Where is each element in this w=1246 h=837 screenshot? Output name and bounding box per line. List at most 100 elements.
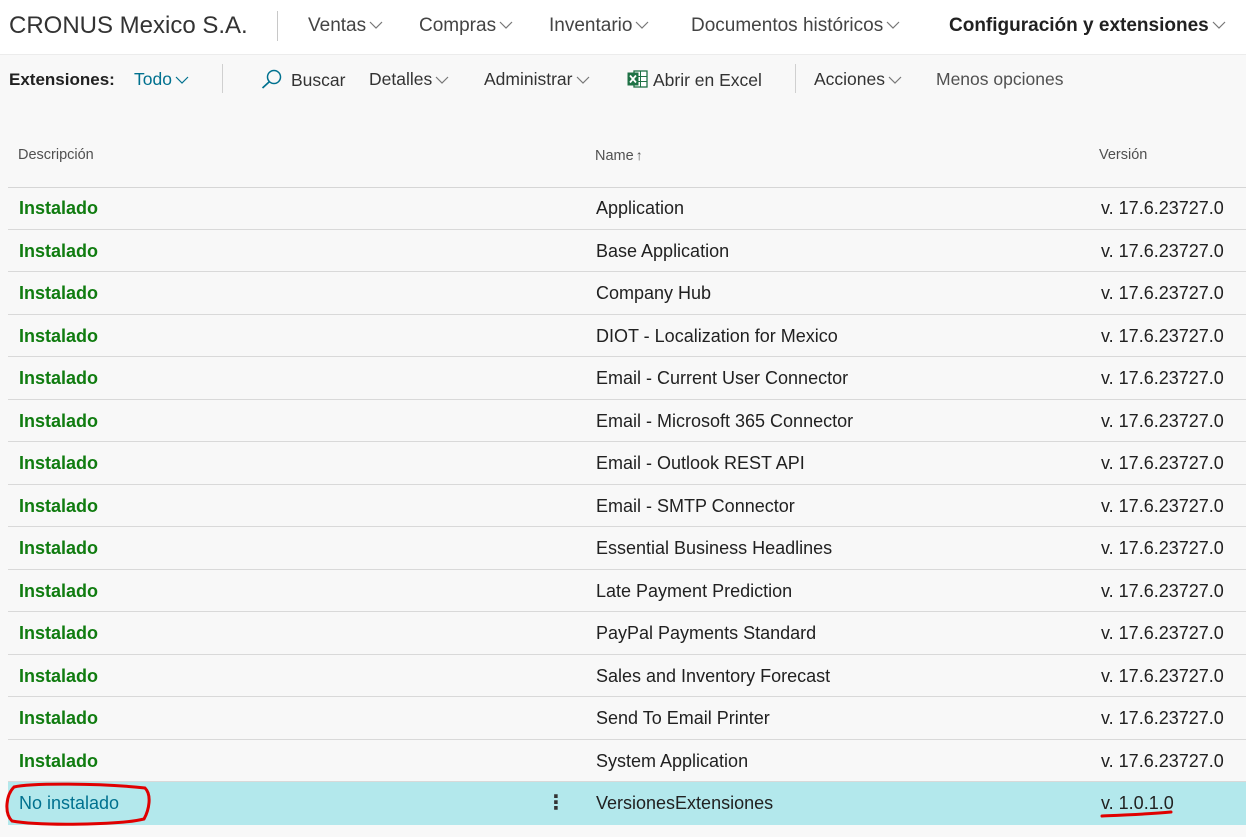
- version-cell: v. 17.6.23727.0: [1101, 708, 1224, 728]
- status-cell[interactable]: Instalado: [19, 581, 98, 602]
- version-cell: v. 17.6.23727.0: [1101, 325, 1224, 346]
- table-row[interactable]: Instalado DIOT - Localization for Mexico v…: [8, 315, 1246, 357]
- manage-label: Administrar: [484, 69, 573, 89]
- status-cell[interactable]: Instalado: [19, 368, 98, 389]
- chevron-down-icon: [635, 21, 649, 30]
- column-header-name[interactable]: Name ↑: [595, 147, 643, 164]
- filter-value: Todo: [134, 69, 172, 89]
- nav-documentos-historicos-label: Documentos históricos: [691, 15, 884, 36]
- name-cell: VersionesExtensiones: [596, 793, 774, 813]
- sort-ascending-icon: ↑: [635, 147, 643, 163]
- status-cell[interactable]: No instalado: [19, 793, 119, 814]
- version-cell: v. 17.6.23727.0: [1101, 368, 1224, 388]
- table-row[interactable]: Instalado Email - SMTP Connector v. 17.6.2…: [8, 485, 1246, 527]
- table-row[interactable]: No instalado ⋮ VersionesExtensiones v. 1.0.…: [8, 782, 1246, 825]
- table-row[interactable]: Instalado Company Hub v. 17.6.23727.0: [8, 272, 1246, 315]
- chevron-down-icon: [1212, 21, 1226, 30]
- table-row[interactable]: Instalado PayPal Payments Standard v. 17.6…: [8, 612, 1246, 655]
- name-cell: Company Hub: [596, 283, 712, 303]
- name-cell: Send To Email Printer: [596, 708, 770, 728]
- table-row[interactable]: Instalado Application v. 17.6.23727.0: [8, 187, 1246, 230]
- extensions-grid: Descripción Name ↑ Versión Instalado Appli…: [0, 105, 1246, 837]
- name-cell: Email - Current User Connector: [596, 368, 849, 388]
- version-cell: v. 17.6.23727.0: [1101, 198, 1224, 218]
- nav-ventas-label: Ventas: [308, 15, 367, 36]
- status-cell[interactable]: Instalado: [19, 496, 98, 517]
- filter-dropdown[interactable]: Todo: [134, 69, 189, 90]
- table-row[interactable]: Instalado Essential Business Headlines v. …: [8, 527, 1246, 570]
- nav-ventas[interactable]: Ventas: [308, 15, 383, 37]
- status-cell[interactable]: Instalado: [19, 198, 98, 219]
- chevron-down-icon: [175, 76, 189, 85]
- name-cell: DIOT - Localization for Mexico: [596, 325, 838, 346]
- table-row[interactable]: Instalado Email - Outlook REST API v. 17.6…: [8, 442, 1246, 485]
- manage-button[interactable]: Administrar: [484, 69, 590, 90]
- status-cell[interactable]: Instalado: [19, 453, 98, 474]
- status-cell[interactable]: Instalado: [19, 538, 98, 559]
- status-cell[interactable]: Instalado: [19, 708, 98, 729]
- version-cell: v. 17.6.23727.0: [1101, 410, 1224, 431]
- table-row[interactable]: Instalado Sales and Inventory Forecast v. …: [8, 655, 1246, 697]
- nav-configuracion-extensiones[interactable]: Configuración y extensiones: [949, 15, 1226, 37]
- company-name[interactable]: CRONUS Mexico S.A.: [9, 12, 248, 40]
- column-header-version[interactable]: Versión: [1099, 147, 1147, 163]
- status-cell[interactable]: Instalado: [19, 666, 98, 687]
- name-cell: Base Application: [596, 240, 730, 261]
- nav-documentos-historicos[interactable]: Documentos históricos: [691, 15, 900, 37]
- version-cell: v. 17.6.23727.0: [1101, 665, 1224, 686]
- name-cell: Email - SMTP Connector: [596, 495, 795, 516]
- nav-inventario[interactable]: Inventario: [549, 15, 649, 37]
- name-cell: Email - Outlook REST API: [596, 453, 805, 473]
- row-menu-icon[interactable]: ⋮: [546, 790, 566, 815]
- column-header-name-label: Name: [595, 148, 634, 164]
- table-row[interactable]: Instalado Email - Microsoft 365 Connector…: [8, 400, 1246, 442]
- nav-inventario-label: Inventario: [549, 15, 633, 36]
- details-button[interactable]: Detalles: [369, 69, 449, 90]
- table-row[interactable]: Instalado Base Application v. 17.6.23727.0: [8, 230, 1246, 272]
- table-row[interactable]: Instalado Send To Email Printer v. 17.6.23…: [8, 697, 1246, 740]
- chevron-down-icon: [435, 76, 449, 85]
- actionbar-divider: [222, 64, 223, 93]
- open-in-excel-label: Abrir en Excel: [653, 70, 762, 90]
- version-cell: v. 17.6.23727.0: [1101, 580, 1224, 601]
- table-row[interactable]: Instalado Late Payment Prediction v. 17.6.…: [8, 570, 1246, 612]
- action-bar: Extensiones: Todo Buscar Detalles Admini…: [0, 55, 1246, 105]
- status-cell[interactable]: Instalado: [19, 326, 98, 347]
- status-cell[interactable]: Instalado: [19, 241, 98, 262]
- version-cell: v. 17.6.23727.0: [1101, 750, 1224, 771]
- actions-button[interactable]: Acciones: [814, 69, 902, 90]
- chevron-down-icon: [576, 76, 590, 85]
- open-in-excel-button[interactable]: Abrir en Excel: [627, 69, 762, 94]
- version-cell: v. 17.6.23727.0: [1101, 453, 1224, 473]
- chevron-down-icon: [886, 21, 900, 30]
- search-label: Buscar: [291, 70, 346, 90]
- status-cell[interactable]: Instalado: [19, 411, 98, 432]
- status-cell[interactable]: Instalado: [19, 751, 98, 772]
- nav-configuracion-extensiones-label: Configuración y extensiones: [949, 15, 1209, 36]
- nav-compras-label: Compras: [419, 15, 497, 36]
- version-cell: v. 17.6.23727.0: [1101, 495, 1224, 516]
- nav-compras[interactable]: Compras: [419, 15, 513, 37]
- search-button[interactable]: Buscar: [261, 69, 345, 94]
- excel-icon: [627, 69, 648, 94]
- name-cell: Essential Business Headlines: [596, 538, 833, 558]
- grid-rows: Instalado Application v. 17.6.23727.0 Insta…: [8, 187, 1246, 825]
- top-navigation: CRONUS Mexico S.A. Ventas Compras Invent…: [0, 0, 1246, 55]
- grid-header: Descripción Name ↑ Versión: [0, 142, 1246, 186]
- name-cell: Email - Microsoft 365 Connector: [596, 410, 854, 431]
- chevron-down-icon: [369, 21, 383, 30]
- version-cell: v. 1.0.1.0: [1101, 793, 1174, 813]
- version-cell: v. 17.6.23727.0: [1101, 283, 1224, 303]
- fewer-options-button[interactable]: Menos opciones: [936, 69, 1063, 90]
- version-cell: v. 17.6.23727.0: [1101, 240, 1224, 261]
- version-cell: v. 17.6.23727.0: [1101, 623, 1224, 643]
- table-row[interactable]: Instalado System Application v. 17.6.23727…: [8, 740, 1246, 782]
- table-row[interactable]: Instalado Email - Current User Connector v…: [8, 357, 1246, 400]
- version-cell: v. 17.6.23727.0: [1101, 538, 1224, 558]
- chevron-down-icon: [499, 21, 513, 30]
- name-cell: Application: [596, 198, 685, 218]
- status-cell[interactable]: Instalado: [19, 283, 98, 304]
- status-cell[interactable]: Instalado: [19, 623, 98, 644]
- column-header-description[interactable]: Descripción: [18, 147, 94, 163]
- name-cell: Late Payment Prediction: [596, 580, 793, 601]
